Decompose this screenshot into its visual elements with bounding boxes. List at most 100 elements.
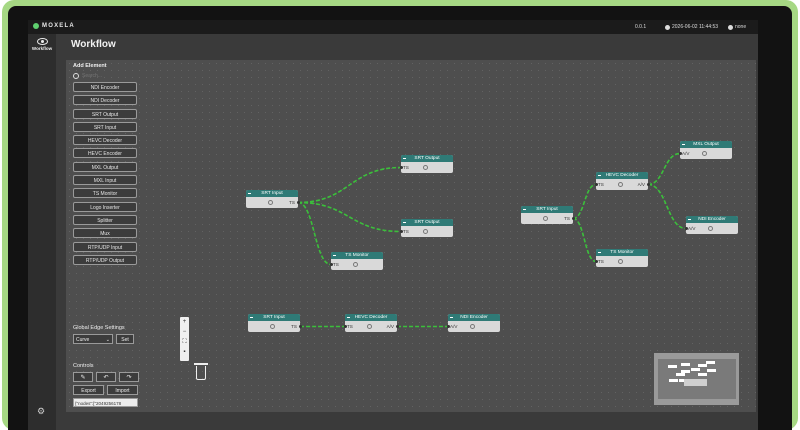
set-button[interactable]: Set [116,334,134,344]
workflow-node[interactable]: HEVC Decoder TS A/V [345,314,397,332]
workflow-node[interactable]: TS Monitor TS [331,252,383,270]
node-settings-icon[interactable] [367,324,372,329]
node-title: HEVC Decoder [605,173,639,178]
app-screen: MOXELA 0.0.1 2026-06-02 11:44:53 none Wo… [28,20,758,430]
input-port[interactable] [684,227,688,230]
connection-edge[interactable] [297,166,402,204]
user-icon [728,24,733,30]
output-port[interactable] [296,201,300,204]
minimap-node [669,379,678,382]
connection-edge[interactable] [572,183,597,220]
add-element-button[interactable]: TS Monitor [73,188,137,199]
output-port[interactable] [395,325,399,328]
connection-edge[interactable] [647,152,681,186]
node-settings-icon[interactable] [270,324,275,329]
add-element-button[interactable]: NDI Encoder [73,82,137,92]
add-element-button[interactable]: NDI Decoder [73,95,137,106]
workflow-node[interactable]: SRT Output TS [401,155,453,173]
node-settings-icon[interactable] [702,151,707,156]
workflow-node[interactable]: SRT Input TS [248,314,300,332]
node-settings-icon[interactable] [268,200,273,205]
workflow-node[interactable]: SRT Input TS [246,190,298,208]
connection-edge[interactable] [297,201,332,266]
trash-icon[interactable] [194,363,208,381]
nav-item-workflow[interactable]: Workflow [29,36,55,58]
import-button[interactable]: Import [107,385,138,395]
input-port[interactable] [446,325,450,328]
add-element-button[interactable]: Mux [73,228,137,239]
zoom-out-button[interactable]: − [180,327,189,337]
node-body: TS [521,213,573,224]
edge-type-value: Curve [76,337,90,343]
input-port-label: TS [598,182,604,187]
node-header: SRT Input [521,206,573,213]
version-label: 0.0.1 [635,24,647,30]
undo-icon[interactable]: ↶ [96,372,116,382]
workflow-node[interactable]: TS Monitor TS [596,249,648,267]
workflow-node[interactable]: NDI Encoder A/V [448,314,500,332]
node-settings-icon[interactable] [353,262,358,267]
lock-button[interactable]: ▪ [180,347,189,357]
output-port-label: A/V [637,182,645,187]
connection-edge[interactable] [647,183,687,230]
user-menu[interactable]: none [728,24,746,30]
export-button[interactable]: Export [73,385,104,395]
page-title: Workflow [71,39,116,50]
workflow-node[interactable]: SRT Input TS [521,206,573,224]
workflow-canvas[interactable]: Add Element NDI Encoder NDI Decoder SRT Ou… [66,60,756,412]
add-element-button[interactable]: Splitter [73,214,137,225]
workflow-node[interactable]: HEVC Decoder TS A/V [596,172,648,190]
add-element-button[interactable]: RTP/UDP Output [73,254,137,265]
edge-type-select[interactable]: Curve ⌄ [73,334,113,344]
node-body: A/V [686,223,738,234]
node-settings-icon[interactable] [543,216,548,221]
node-header: SRT Output [401,155,453,162]
output-port-label: A/V [386,324,394,329]
connection-edge[interactable] [572,217,597,263]
node-settings-icon[interactable] [423,165,428,170]
output-port[interactable] [646,183,650,186]
node-settings-icon[interactable] [708,226,713,231]
add-element-button[interactable]: Logo Inserter [73,201,137,212]
input-port[interactable] [343,325,347,328]
add-element-button[interactable]: SRT Output [73,108,137,119]
node-settings-icon[interactable] [618,182,623,187]
add-element-button[interactable]: RTP/UDP Input [73,241,137,252]
minimap-toggle[interactable] [684,379,707,386]
output-port[interactable] [571,217,575,220]
add-element-button[interactable]: HEVC Encoder [73,148,137,159]
redo-icon[interactable]: ↷ [119,372,139,382]
node-header: SRT Input [246,190,298,197]
input-port-label: TS [598,259,604,264]
node-settings-icon[interactable] [423,229,428,234]
workflow-node[interactable]: MXL Output A/V [680,141,732,159]
zoom-in-button[interactable]: + [180,317,189,327]
pencil-icon[interactable]: ✎ [73,372,93,382]
json-output-field[interactable]: {"nodes":["2049256178 [73,398,138,407]
node-settings-icon[interactable] [470,324,475,329]
node-body: TS [246,197,298,208]
input-port[interactable] [594,183,598,186]
input-port[interactable] [329,263,333,266]
input-port[interactable] [594,260,598,263]
input-port[interactable] [399,230,403,233]
logo-icon [33,23,39,29]
node-settings-icon[interactable] [618,259,623,264]
eye-icon [36,38,48,45]
brand-name: MOXELA [42,23,75,29]
add-element-button[interactable]: MXL Input [73,175,137,186]
workflow-node[interactable]: SRT Output TS [401,219,453,237]
add-element-button[interactable]: HEVC Decoder [73,135,137,146]
workflow-node[interactable]: NDI Encoder A/V [686,216,738,234]
output-port[interactable] [298,325,302,328]
fit-view-button[interactable]: ⛶ [180,337,189,347]
input-port[interactable] [399,166,403,169]
zoom-controls: + − ⛶ ▪ [180,317,189,361]
node-body: TS [248,321,300,332]
gear-icon[interactable]: ⚙ [36,406,46,416]
add-element-button[interactable]: SRT Input [73,121,137,132]
add-element-button[interactable]: MXL Output [73,161,137,172]
controls-panel: Controls ✎ ↶ ↷ Export Import {"nodes":["… [73,363,139,407]
input-port[interactable] [678,152,682,155]
search-input[interactable] [82,73,132,79]
